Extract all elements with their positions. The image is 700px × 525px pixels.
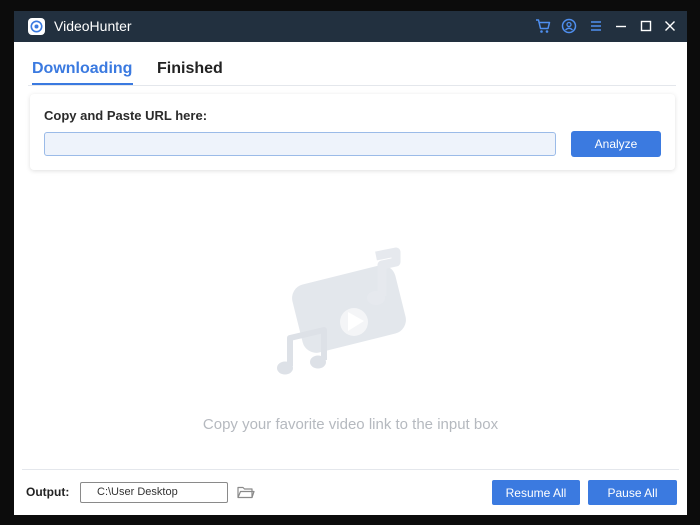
menu-icon[interactable]: [587, 17, 605, 35]
resume-all-button[interactable]: Resume All: [492, 480, 580, 505]
url-input[interactable]: [44, 132, 556, 156]
app-title: VideoHunter: [54, 18, 132, 34]
url-panel: Copy and Paste URL here: Analyze: [30, 94, 675, 170]
bottom-divider: [22, 469, 679, 470]
close-icon[interactable]: [661, 17, 679, 35]
url-label: Copy and Paste URL here:: [44, 108, 208, 123]
maximize-icon[interactable]: [637, 17, 655, 35]
pause-all-button[interactable]: Pause All: [588, 480, 677, 505]
tab-downloading[interactable]: Downloading: [32, 59, 132, 79]
cart-icon[interactable]: [534, 17, 552, 35]
output-label: Output:: [26, 485, 70, 499]
video-music-note-icon: [258, 244, 418, 399]
empty-state-message: Copy your favorite video link to the inp…: [202, 416, 499, 433]
output-path-field[interactable]: C:\User Desktop: [80, 482, 228, 503]
minimize-icon[interactable]: [612, 17, 630, 35]
app-window: VideoHunter Downloading Finished Copy an…: [14, 11, 687, 515]
app-logo-icon: [28, 18, 45, 35]
tabs-divider: [28, 85, 676, 86]
user-icon[interactable]: [560, 17, 578, 35]
folder-icon[interactable]: [237, 485, 255, 499]
tab-finished[interactable]: Finished: [157, 59, 223, 79]
title-bar: VideoHunter: [14, 11, 687, 42]
analyze-button[interactable]: Analyze: [571, 131, 661, 157]
